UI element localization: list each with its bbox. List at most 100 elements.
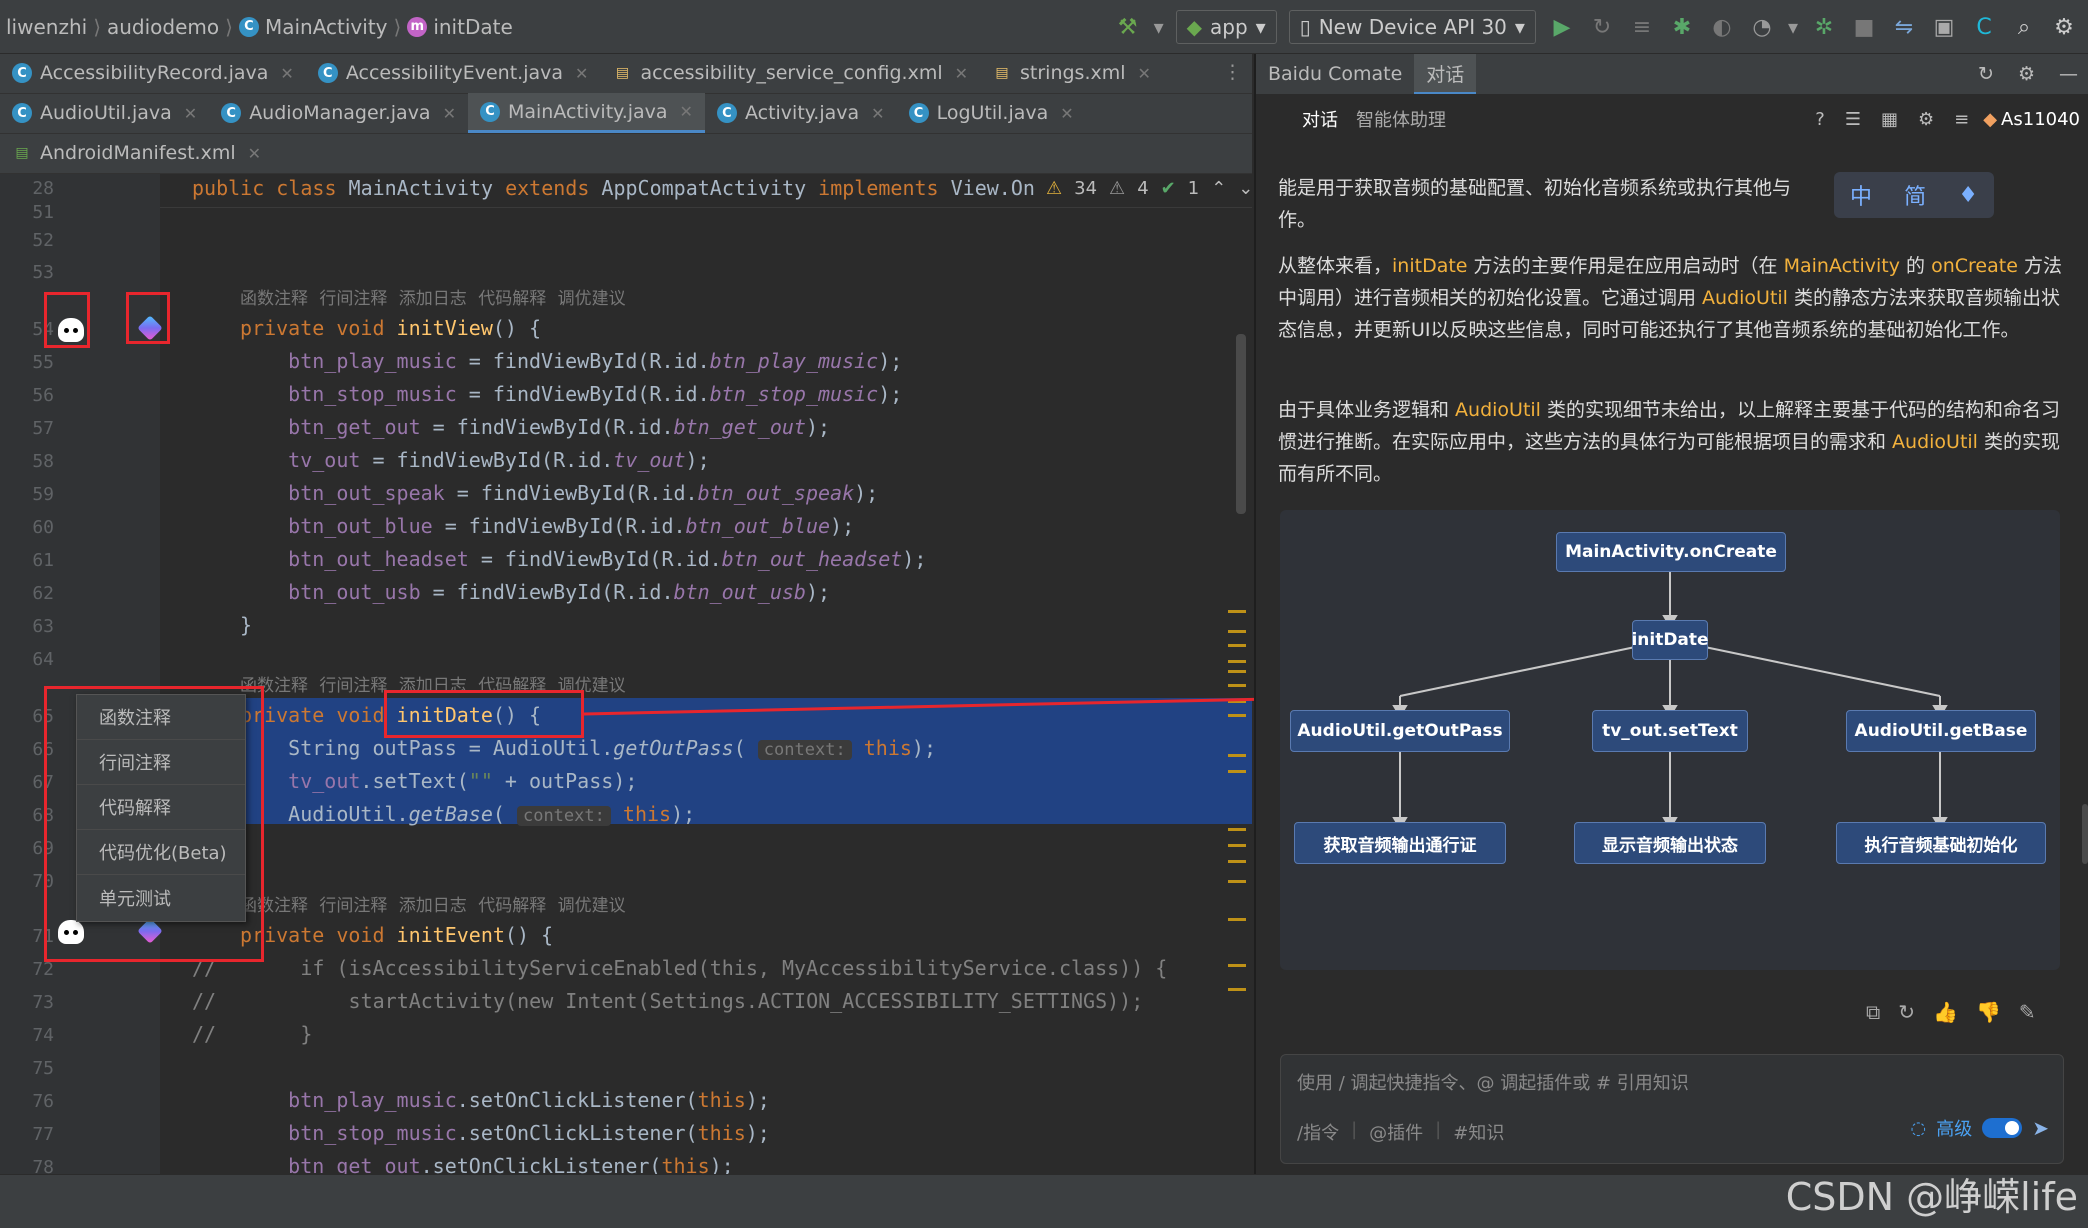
menu-item-inline-comment[interactable]: 行间注释: [77, 740, 245, 785]
code-line: private void initView() {: [240, 316, 542, 340]
plugins-icon[interactable]: ▦: [1871, 109, 1908, 130]
thumbs-up-icon[interactable]: 👍: [1933, 1000, 1958, 1024]
advanced-toggle[interactable]: [1982, 1118, 2023, 1138]
tab-logutil[interactable]: C LogUtil.java ✕: [897, 93, 1086, 133]
breadcrumb-item[interactable]: MainActivity: [265, 15, 388, 39]
close-icon[interactable]: ✕: [184, 104, 197, 123]
breadcrumb-item[interactable]: audiodemo: [107, 15, 219, 39]
chevron-up-icon[interactable]: ⌃: [1211, 178, 1226, 199]
comate-code-lens[interactable]: 函数注释 行间注释 添加日志 代码解释 调优建议: [240, 284, 626, 309]
copy-icon[interactable]: ⧉: [1866, 1000, 1880, 1024]
chevron-down-icon: ▾: [1255, 15, 1266, 39]
code-editor[interactable]: 28 public class MainActivity extends App…: [0, 174, 1252, 1174]
refresh-icon[interactable]: ↻: [1966, 63, 2006, 85]
hammer-icon[interactable]: ⚒: [1114, 15, 1142, 40]
help-icon[interactable]: ?: [1805, 109, 1835, 130]
comate-code-lens[interactable]: 函数注释 行间注释 添加日志 代码解释 调优建议: [240, 891, 626, 916]
inspection-widget[interactable]: ⚠ 34 ⚠ 4 ✔ 1 ⌃ ⌄: [1046, 178, 1252, 199]
tab-chat[interactable]: 对话: [1414, 54, 1477, 94]
apply-changes-icon[interactable]: ≡: [1628, 15, 1656, 40]
menu-item-code-explain[interactable]: 代码解释: [77, 785, 245, 830]
tab-activity[interactable]: C Activity.java ✕: [705, 93, 897, 133]
subtab-agent[interactable]: 智能体助理: [1356, 106, 1446, 132]
close-icon[interactable]: ✕: [248, 144, 261, 163]
close-icon[interactable]: ✕: [1060, 104, 1073, 123]
run-icon[interactable]: ▶: [1548, 15, 1576, 40]
comate-icon[interactable]: C: [1970, 15, 1998, 40]
menu-icon[interactable]: ≡: [1944, 109, 1979, 130]
tab-androidmanifest[interactable]: ▤ AndroidManifest.xml ✕: [0, 133, 273, 173]
plugin-button[interactable]: @插件: [1369, 1119, 1423, 1145]
tab-mainactivity[interactable]: C MainActivity.java ✕: [467, 93, 705, 133]
settings-icon[interactable]: ⚙: [2006, 63, 2047, 85]
chat-input[interactable]: 使用 / 调起快捷指令、@ 调起插件或 # 引用知识 /指令 | @插件 | #知识…: [1280, 1054, 2064, 1164]
regenerate-icon[interactable]: ↻: [1898, 1000, 1915, 1024]
device-icon: ▯: [1299, 15, 1311, 39]
ime-toolbar[interactable]: 中 简 ♦: [1834, 172, 1994, 218]
line-number: 53: [32, 262, 54, 283]
tab-baidu-comate[interactable]: Baidu Comate: [1256, 54, 1414, 94]
tab-audiomanager[interactable]: C AudioManager.java ✕: [209, 93, 468, 133]
settings-icon[interactable]: ⚙: [2050, 15, 2078, 40]
tab-accessibilityrecord[interactable]: C AccessibilityRecord.java ✕: [0, 53, 306, 93]
subtab-chat[interactable]: 对话: [1302, 106, 1338, 132]
thumbs-down-icon[interactable]: 👎: [1976, 1000, 2001, 1024]
more-tabs-icon[interactable]: ⋮: [1223, 61, 1252, 93]
android-icon: ◆: [1186, 15, 1202, 39]
diagram-node-leaf: 执行音频基础初始化: [1836, 822, 2046, 864]
menu-item-unit-test[interactable]: 单元测试: [77, 875, 245, 920]
command-button[interactable]: /指令: [1297, 1119, 1339, 1145]
sync-gradle-icon[interactable]: ⇋: [1890, 15, 1918, 40]
shirt-icon[interactable]: ♦: [1958, 183, 1978, 208]
comate-panel: Baidu Comate 对话 ↻ ⚙ — 对话 智能体助理 ? ☰ ▦ ⚙ ≡…: [1254, 54, 2088, 1174]
knowledge-button[interactable]: #知识: [1453, 1119, 1504, 1145]
tab-accessibilityevent[interactable]: C AccessibilityEvent.java ✕: [306, 53, 601, 93]
highlighted-term: onCreate: [1931, 255, 2018, 277]
close-icon[interactable]: ✕: [443, 104, 456, 123]
scrollbar[interactable]: [2082, 804, 2088, 864]
close-icon[interactable]: ✕: [280, 64, 293, 83]
tab-accessibility-config[interactable]: ▤ accessibility_service_config.xml ✕: [600, 53, 980, 93]
device-dropdown[interactable]: ▯ New Device API 30 ▾: [1288, 10, 1536, 44]
close-icon[interactable]: ✕: [575, 64, 588, 83]
device-manager-icon[interactable]: ▣: [1930, 15, 1958, 40]
minimize-icon[interactable]: —: [2047, 63, 2088, 85]
close-icon[interactable]: ✕: [680, 102, 693, 121]
attach-debugger-icon[interactable]: ✲: [1810, 15, 1838, 40]
breadcrumb-item[interactable]: liwenzhi: [6, 15, 87, 39]
debug-icon[interactable]: ✱: [1668, 15, 1696, 40]
flow-diagram: MainActivity.onCreate initDate AudioUtil…: [1280, 510, 2060, 970]
answer-paragraph: 从整体来看，initDate 方法的主要作用是在应用启动时（在 MainActi…: [1278, 250, 2063, 346]
close-icon[interactable]: ✕: [955, 64, 968, 83]
line-number: 64: [32, 649, 54, 670]
stop-icon[interactable]: ■: [1850, 15, 1878, 40]
breadcrumb-item[interactable]: initDate: [433, 15, 512, 39]
paragraph-text: 方法的主要作用是在应用启动时（在: [1467, 255, 1784, 277]
chat-history-icon[interactable]: ☰: [1835, 109, 1871, 130]
profile-icon[interactable]: ◐: [1708, 15, 1736, 40]
send-icon[interactable]: ➤: [2032, 1116, 2049, 1140]
rerun-icon[interactable]: ↻: [1588, 15, 1616, 40]
line-number: 61: [32, 550, 54, 571]
tab-audioutil[interactable]: C AudioUtil.java ✕: [0, 93, 209, 133]
coverage-icon[interactable]: ◔: [1748, 15, 1776, 40]
tab-strings[interactable]: ▤ strings.xml ✕: [980, 53, 1163, 93]
menu-item-code-optimize[interactable]: 代码优化(Beta): [77, 830, 245, 875]
chevron-down-icon[interactable]: ⌄: [1238, 178, 1252, 199]
run-config-dropdown[interactable]: ◆ app ▾: [1175, 10, 1277, 44]
close-icon[interactable]: ✕: [871, 104, 884, 123]
avatar[interactable]: ◆: [1979, 109, 2001, 130]
chevron-down-icon[interactable]: ▾: [1788, 15, 1798, 39]
code-line: tv_out.setText("" + outPass);: [288, 769, 638, 793]
scrollbar[interactable]: [1236, 334, 1246, 514]
feedback-icon[interactable]: ✎: [2019, 1000, 2036, 1024]
search-icon[interactable]: ⌕: [2010, 15, 2038, 40]
settings-icon[interactable]: ⚙: [1908, 109, 1944, 130]
class-icon: C: [716, 103, 737, 123]
menu-item-function-comment[interactable]: 函数注释: [77, 695, 245, 740]
chevron-down-icon[interactable]: ▾: [1154, 15, 1164, 39]
close-icon[interactable]: ✕: [1138, 64, 1151, 83]
answer-actions: ⧉ ↻ 👍 👎 ✎: [1866, 1000, 2036, 1024]
highlighted-term: AudioUtil: [1702, 287, 1788, 309]
code-line: btn_out_usb = findViewById(R.id.btn_out_…: [288, 580, 831, 604]
